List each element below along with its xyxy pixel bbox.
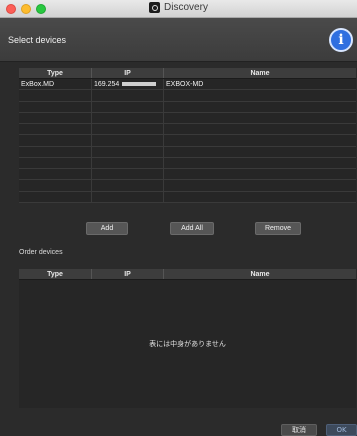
table-row-empty[interactable] bbox=[19, 90, 356, 102]
empty-cell bbox=[164, 147, 356, 157]
table-row-empty[interactable] bbox=[19, 101, 356, 113]
add-all-button[interactable]: Add All bbox=[170, 222, 214, 235]
empty-cell bbox=[164, 135, 356, 145]
cell-ip: 169.254 bbox=[92, 79, 164, 90]
empty-cell bbox=[19, 146, 92, 157]
empty-cell bbox=[19, 135, 92, 146]
column-header-name[interactable]: Name bbox=[164, 68, 356, 78]
empty-cell bbox=[92, 191, 164, 202]
empty-cell bbox=[19, 90, 92, 101]
empty-cell bbox=[19, 180, 92, 191]
cell-type: ExBox.MD bbox=[19, 79, 92, 90]
empty-cell bbox=[92, 124, 164, 135]
empty-cell bbox=[92, 101, 164, 112]
table-row-empty[interactable] bbox=[19, 157, 356, 169]
window-title: Discovery bbox=[0, 2, 357, 13]
cell-ip-text: 169.254 bbox=[94, 80, 120, 88]
table-row-empty[interactable] bbox=[19, 124, 356, 136]
table-row-empty[interactable] bbox=[19, 112, 356, 124]
column-header-type[interactable]: Type bbox=[19, 68, 92, 78]
empty-cell bbox=[164, 169, 356, 179]
empty-cell bbox=[164, 102, 356, 112]
table-row-empty[interactable] bbox=[19, 146, 356, 158]
empty-cell bbox=[19, 191, 92, 202]
empty-cell bbox=[19, 124, 92, 135]
empty-cell bbox=[92, 112, 164, 123]
empty-cell bbox=[19, 157, 92, 168]
empty-cell bbox=[92, 180, 164, 191]
header-bar: Select devices i bbox=[0, 18, 357, 62]
empty-cell bbox=[164, 90, 356, 100]
column-header-name[interactable]: Name bbox=[164, 269, 356, 279]
cell-name: EXBOX-MD bbox=[166, 80, 204, 88]
column-header-ip[interactable]: IP bbox=[92, 269, 164, 279]
ip-redaction-bar bbox=[122, 82, 157, 87]
add-button[interactable]: Add bbox=[86, 222, 128, 235]
table-row-empty[interactable] bbox=[19, 169, 356, 181]
table-row-empty[interactable] bbox=[19, 180, 356, 192]
window-title-text: Discovery bbox=[164, 2, 208, 13]
empty-cell bbox=[92, 157, 164, 168]
info-icon[interactable]: i bbox=[329, 28, 353, 52]
empty-cell bbox=[164, 124, 356, 134]
ok-button[interactable]: OK bbox=[326, 424, 357, 436]
table-header: Type IP Name bbox=[19, 68, 356, 79]
column-header-ip[interactable]: IP bbox=[92, 68, 164, 78]
table-header: Type IP Name bbox=[19, 269, 356, 280]
empty-cell bbox=[92, 90, 164, 101]
empty-cell bbox=[164, 158, 356, 168]
table-row[interactable]: ExBox.MD 169.254 EXBOX-MD bbox=[19, 79, 356, 91]
empty-cell bbox=[92, 169, 164, 180]
empty-cell bbox=[92, 146, 164, 157]
order-devices-table: Type IP Name 表には中身がありません bbox=[19, 269, 356, 408]
remove-button[interactable]: Remove bbox=[255, 222, 301, 235]
window-titlebar: Discovery bbox=[0, 0, 357, 18]
info-glyph: i bbox=[338, 32, 344, 48]
table-row-empty[interactable] bbox=[19, 135, 356, 147]
order-devices-label: Order devices bbox=[19, 249, 63, 256]
empty-cell bbox=[19, 169, 92, 180]
empty-cell bbox=[164, 113, 356, 123]
discovery-app-icon bbox=[149, 2, 161, 13]
select-devices-table: Type IP Name ExBox.MD 169.254 EXBOX-MD bbox=[19, 68, 356, 203]
empty-cell bbox=[19, 112, 92, 123]
empty-cell bbox=[164, 180, 356, 190]
empty-cell bbox=[92, 135, 164, 146]
cancel-button[interactable]: 取消 bbox=[281, 424, 317, 436]
empty-table-message: 表には中身がありません bbox=[149, 340, 226, 348]
page-title: Select devices bbox=[8, 35, 67, 45]
empty-cell bbox=[164, 192, 356, 202]
empty-cell bbox=[19, 101, 92, 112]
empty-table-body: 表には中身がありません bbox=[19, 280, 356, 408]
column-header-type[interactable]: Type bbox=[19, 269, 92, 279]
table-row-empty[interactable] bbox=[19, 191, 356, 203]
